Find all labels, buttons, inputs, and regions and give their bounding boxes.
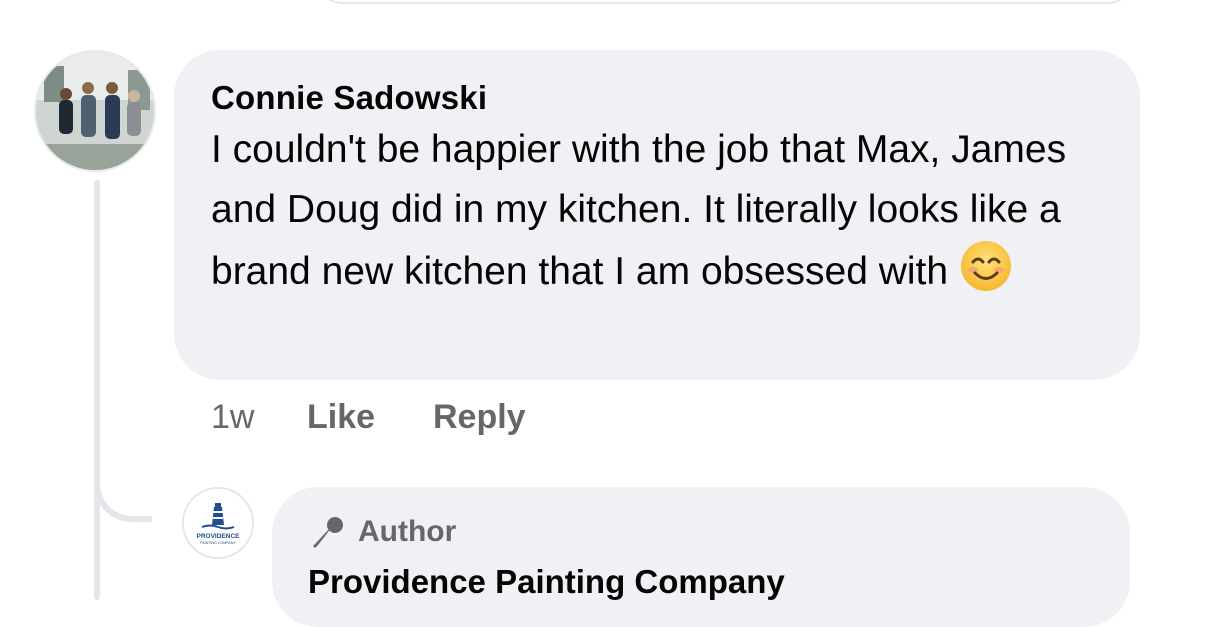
- thread-reply-elbow: [94, 470, 152, 522]
- comment-timestamp[interactable]: 1w: [211, 398, 254, 437]
- comment-bubble: Connie Sadowski I couldn't be happier wi…: [174, 50, 1140, 380]
- author-badge: Author: [308, 513, 1094, 551]
- comment-author-name[interactable]: Connie Sadowski: [211, 78, 1104, 118]
- group-photo-icon: [36, 52, 154, 170]
- comment-text: I couldn't be happier with the job that …: [211, 128, 1067, 293]
- logo-wordmark: PROVIDENCE: [197, 533, 241, 540]
- microphone-icon: [313, 517, 343, 548]
- smiling-face-emoji-icon: [960, 240, 1012, 292]
- lighthouse-logo-icon: PROVIDENCE PAINTING COMPANY: [184, 489, 252, 557]
- reply-button[interactable]: Reply: [433, 398, 526, 437]
- thread-connector-line: [94, 180, 100, 600]
- comment-body: I couldn't be happier with the job that …: [211, 120, 1131, 302]
- reply-author-name[interactable]: Providence Painting Company: [308, 563, 1094, 601]
- logo-subtext: PAINTING COMPANY: [200, 541, 236, 545]
- page-avatar[interactable]: PROVIDENCE PAINTING COMPANY: [182, 487, 254, 559]
- commenter-avatar[interactable]: [36, 52, 154, 170]
- previous-comment-bubble-edge: [310, 0, 1140, 4]
- author-badge-label: Author: [358, 515, 457, 548]
- like-button[interactable]: Like: [307, 398, 375, 437]
- reply-comment-bubble: Author Providence Painting Company: [272, 487, 1130, 627]
